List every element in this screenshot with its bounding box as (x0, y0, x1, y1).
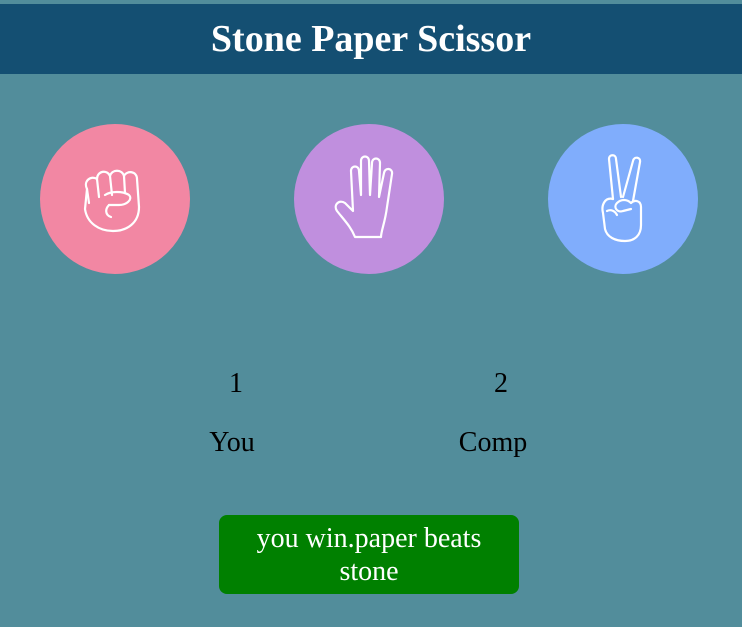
scissor-choice-button[interactable] (548, 124, 698, 274)
comp-score: 2 (494, 368, 508, 399)
user-score: 1 (229, 368, 243, 399)
result-message: you win.paper beats stone (219, 515, 519, 594)
app-header: Stone Paper Scissor (0, 4, 742, 74)
paper-choice-button[interactable] (294, 124, 444, 274)
result-message-text: you win.paper beats stone (256, 522, 482, 587)
fist-icon (83, 169, 141, 233)
page-title: Stone Paper Scissor (210, 18, 532, 60)
comp-label: Comp (458, 427, 528, 458)
peace-hand-icon (601, 154, 643, 243)
open-hand-icon (334, 155, 394, 239)
stone-choice-button[interactable] (40, 124, 190, 274)
user-label: You (209, 427, 255, 458)
